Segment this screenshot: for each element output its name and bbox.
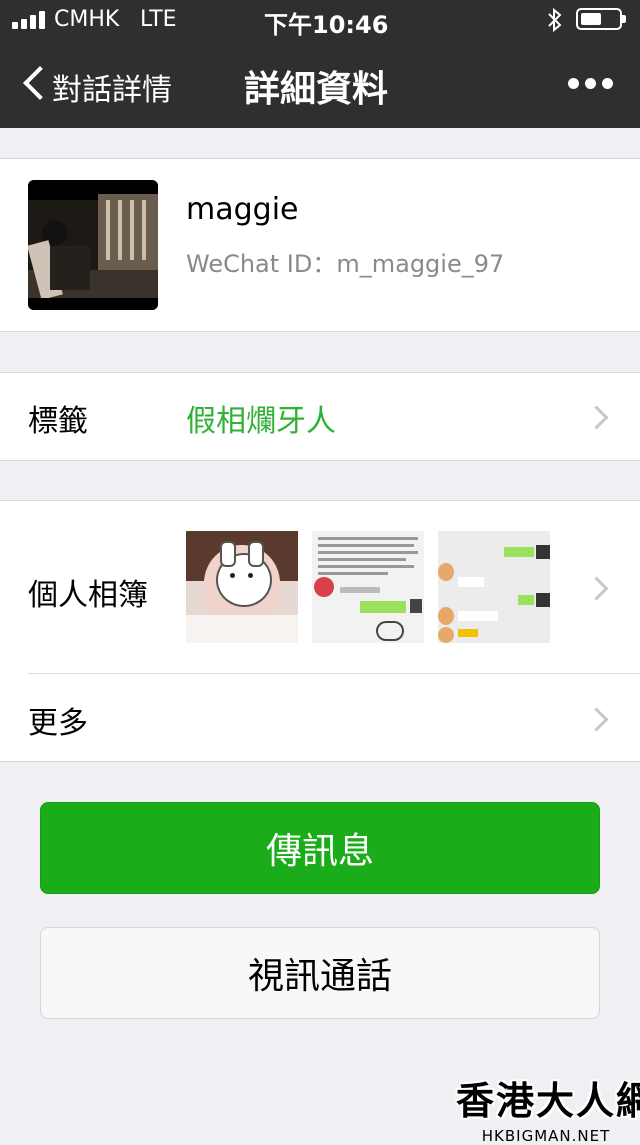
back-label: 對話詳情 — [52, 73, 172, 108]
divider — [0, 372, 640, 373]
divider — [0, 460, 640, 461]
tag-label: 標籤 — [28, 404, 88, 439]
tag-value: 假相爛牙人 — [186, 404, 336, 439]
divider — [0, 761, 640, 762]
video-call-label: 視訊通話 — [247, 956, 392, 997]
back-button[interactable]: 對話詳情 — [16, 58, 196, 110]
more-dots-icon[interactable] — [566, 76, 616, 92]
album-label: 個人相簿 — [28, 578, 148, 613]
more-label: 更多 — [28, 706, 88, 741]
album-thumbnail[interactable] — [312, 531, 424, 643]
watermark: 香港大人網 HKBIGMAN.NET — [456, 1070, 640, 1145]
send-message-button[interactable]: 傳訊息 — [40, 802, 600, 894]
battery-icon — [576, 8, 626, 30]
bluetooth-icon — [548, 8, 562, 32]
album-thumbnail[interactable] — [186, 531, 298, 643]
watermark-title: 香港大人網 — [456, 1079, 640, 1123]
info-group: 個人相簿 更多 — [0, 500, 640, 761]
carrier-label: CMHK — [54, 7, 120, 32]
more-row[interactable]: 更多 — [0, 674, 640, 761]
profile-name: maggie — [186, 192, 299, 227]
signal-icon — [12, 11, 48, 29]
chevron-right-icon — [584, 707, 609, 732]
network-label: LTE — [140, 7, 177, 32]
send-message-label: 傳訊息 — [265, 831, 374, 872]
video-call-button[interactable]: 視訊通話 — [40, 927, 600, 1019]
profile-card: maggie WeChat ID：m_maggie_97 — [0, 158, 640, 331]
avatar[interactable] — [28, 180, 158, 310]
navigation-bar: 對話詳情 詳細資料 — [0, 40, 640, 128]
chevron-right-icon — [584, 405, 609, 430]
page-title: 詳細資料 — [244, 69, 389, 110]
status-bar: CMHK LTE 下午10:46 — [0, 0, 640, 40]
clock: 下午10:46 — [264, 11, 389, 39]
watermark-url: HKBIGMAN.NET — [481, 1127, 611, 1145]
divider — [0, 331, 640, 332]
wechat-id: WeChat ID：m_maggie_97 — [186, 250, 505, 278]
chevron-right-icon — [584, 576, 609, 601]
divider — [0, 500, 640, 501]
divider — [0, 158, 640, 159]
album-thumbnail[interactable] — [438, 531, 550, 643]
album-row[interactable]: 個人相簿 — [0, 500, 640, 673]
tag-row[interactable]: 標籤 假相爛牙人 — [0, 372, 640, 460]
